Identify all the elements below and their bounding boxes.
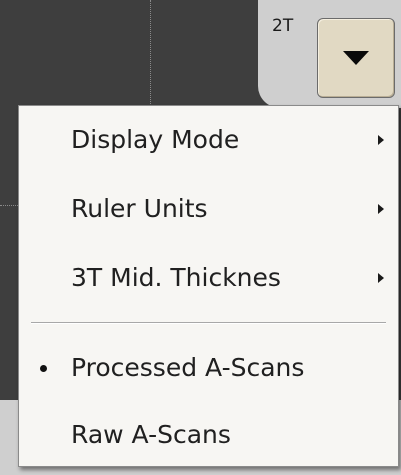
menu-item-ruler-units[interactable]: Ruler Units [19,182,398,236]
grid-line-vertical [150,0,151,112]
triangle-down-icon [343,51,369,65]
dropdown-button[interactable] [317,18,395,98]
submenu-arrow-icon [378,273,384,283]
submenu-arrow-icon [378,135,384,145]
grid-line-horizontal [0,205,20,206]
menu-item-label: Ruler Units [71,194,208,223]
menu-item-label: Processed A-Scans [71,353,305,382]
menu-item-label: Raw A-Scans [71,420,231,449]
menu-item-processed-a-scans[interactable]: Processed A-Scans [19,341,398,395]
menu-item-raw-a-scans[interactable]: Raw A-Scans [19,408,398,462]
menu-item-label: Display Mode [71,125,240,154]
menu-separator [31,322,386,324]
submenu-arrow-icon [378,204,384,214]
menu-item-3t-mid-thickness[interactable]: 3T Mid. Thicknes [19,251,398,305]
menu-item-label: 3T Mid. Thicknes [71,263,281,292]
menu-item-display-mode[interactable]: Display Mode [19,113,398,167]
tab-label: 2T [272,16,294,36]
bullet-check-icon [40,365,47,372]
context-menu: Display Mode Ruler Units 3T Mid. Thickne… [18,105,399,467]
